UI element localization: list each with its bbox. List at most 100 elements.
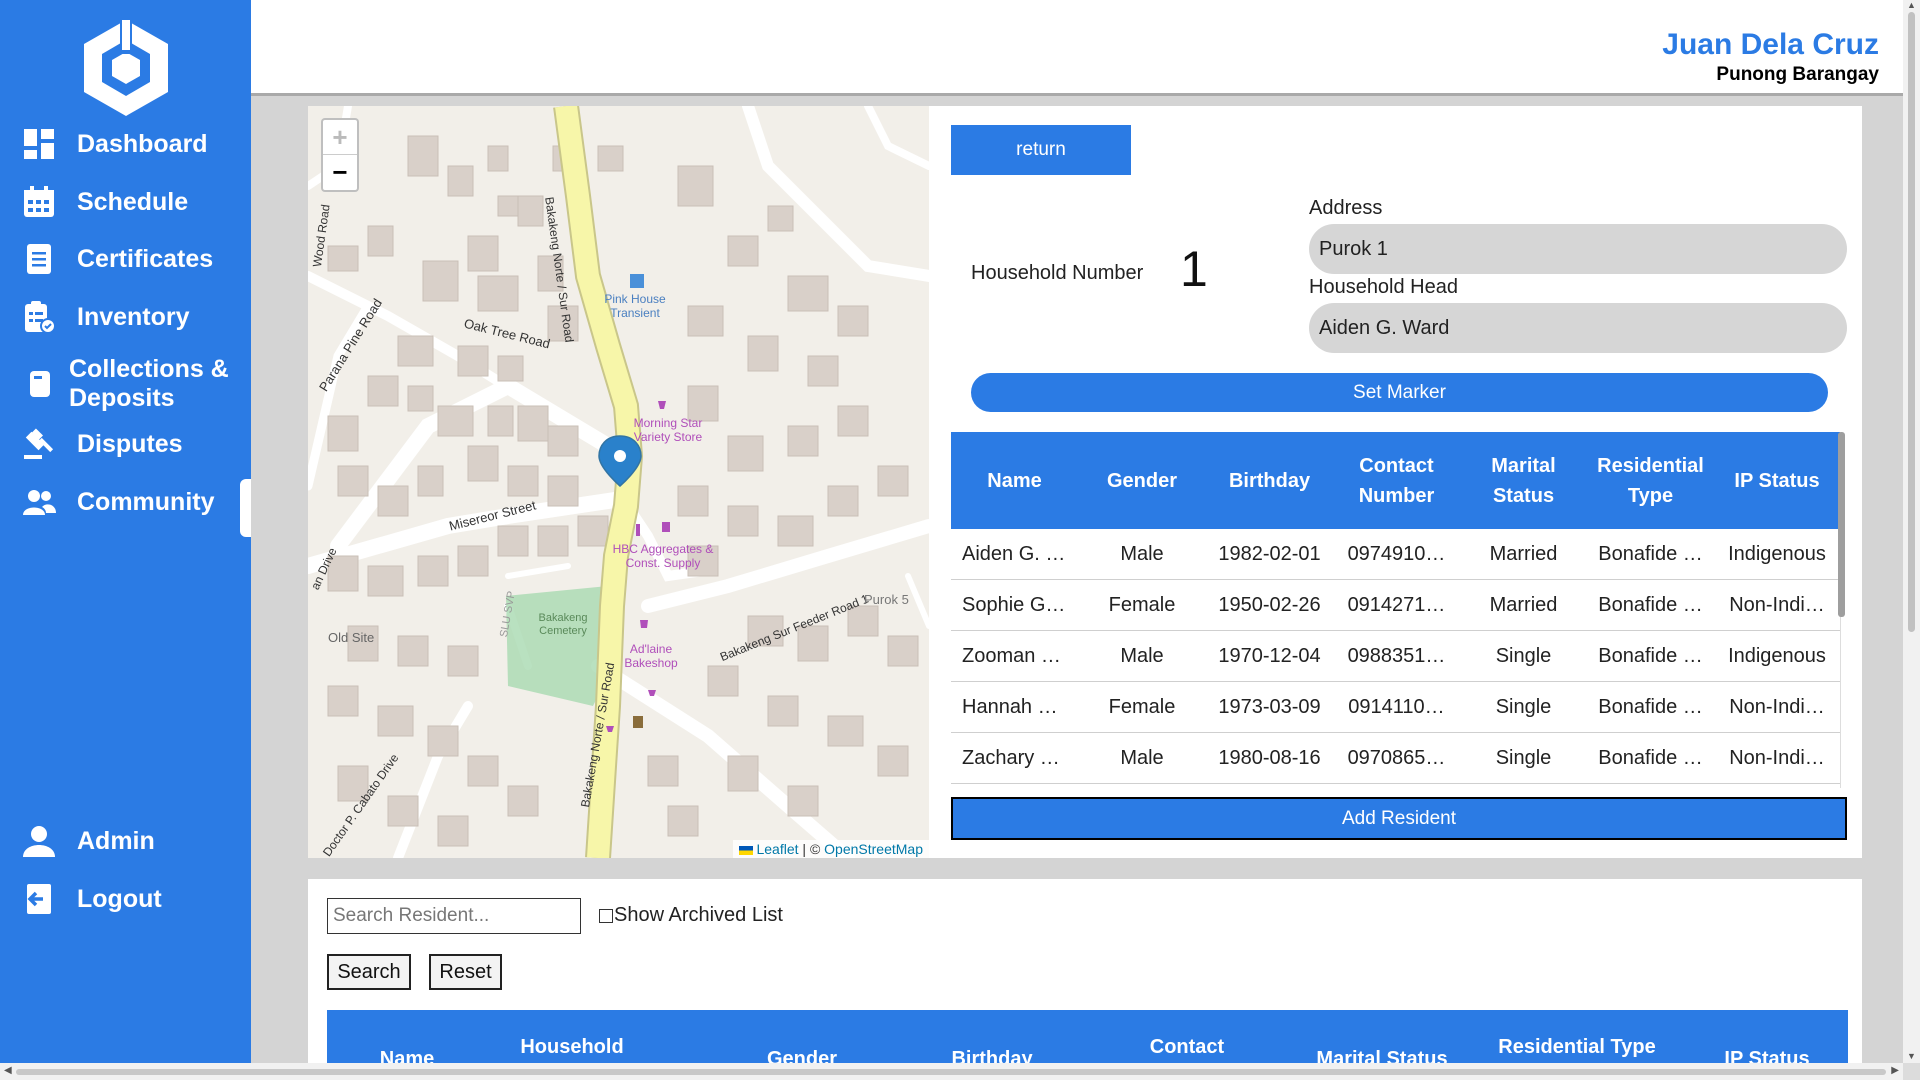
scroll-up-icon[interactable]: ▲ bbox=[1907, 0, 1916, 10]
column-header[interactable]: IP Status bbox=[1692, 1048, 1842, 1063]
column-header[interactable]: Contact Number bbox=[1333, 432, 1460, 529]
table-row[interactable]: Hannah … Female 1973-03-09 0914110… Single Bo… bbox=[951, 682, 1840, 733]
table-cell: 0970865… bbox=[1347, 746, 1446, 769]
column-header[interactable]: Residential Type bbox=[1587, 432, 1714, 529]
logo-icon bbox=[84, 20, 168, 116]
inventory-icon bbox=[19, 297, 59, 337]
zoom-control: + − bbox=[321, 118, 359, 192]
sidebar: Dashboard Schedule Certificates Inventor… bbox=[0, 0, 251, 1080]
column-header[interactable]: Name bbox=[337, 1048, 477, 1063]
table-cell: Hannah … bbox=[962, 695, 1058, 718]
table-row[interactable]: Sophie G… Female 1950-02-26 0914271… Married… bbox=[951, 580, 1840, 631]
scroll-thumb[interactable] bbox=[16, 1069, 1886, 1075]
map[interactable]: Bakakeng Norte / Sur Road Bakakeng Norte… bbox=[308, 106, 929, 858]
table-cell: 0974910… bbox=[1347, 542, 1446, 565]
dashboard-icon bbox=[19, 124, 59, 164]
table-row[interactable]: Aiden G. … Male 1982-02-01 0974910… Married B… bbox=[951, 529, 1840, 580]
table-scrollbar[interactable] bbox=[1838, 432, 1845, 617]
column-header[interactable]: Residential Type bbox=[1492, 1032, 1662, 1062]
sidebar-item-certificates[interactable]: Certificates bbox=[0, 243, 251, 275]
set-marker-button[interactable]: Set Marker bbox=[971, 373, 1828, 412]
table-cell: Male bbox=[1120, 542, 1164, 565]
osm-link[interactable]: OpenStreetMap bbox=[824, 841, 923, 857]
map-attribution: Leaflet | © OpenStreetMap bbox=[733, 840, 929, 858]
address-label: Address bbox=[1309, 197, 1383, 219]
active-indicator bbox=[240, 479, 251, 537]
column-header[interactable]: Gender bbox=[1078, 432, 1206, 529]
table-cell: 1950-02-26 bbox=[1218, 593, 1321, 616]
address-field[interactable]: Purok 1 bbox=[1309, 224, 1847, 274]
return-button[interactable]: return bbox=[951, 125, 1131, 175]
column-header[interactable]: Household Number bbox=[492, 1032, 652, 1063]
document-icon bbox=[19, 239, 59, 279]
checkbox-box[interactable] bbox=[599, 908, 613, 923]
column-header[interactable]: Name bbox=[951, 432, 1078, 529]
scroll-thumb[interactable] bbox=[1908, 12, 1915, 632]
scroll-down-icon[interactable]: ▼ bbox=[1907, 1051, 1916, 1061]
gavel-icon bbox=[19, 424, 59, 464]
horizontal-scrollbar[interactable]: ◀ ▶ bbox=[0, 1063, 1903, 1080]
zoom-in-button[interactable]: + bbox=[323, 120, 357, 155]
wallet-icon bbox=[19, 364, 59, 404]
table-cell: Male bbox=[1120, 644, 1164, 667]
sidebar-item-inventory[interactable]: Inventory bbox=[0, 301, 251, 334]
show-archived-checkbox[interactable]: Show Archived List bbox=[599, 904, 783, 927]
poi-label: HBC Aggregates & Const. Supply bbox=[612, 542, 714, 570]
sidebar-item-label: Collections & bbox=[69, 355, 229, 383]
sidebar-item-collections[interactable]: Collections & Deposits bbox=[0, 354, 251, 414]
scroll-corner bbox=[1903, 1063, 1920, 1080]
vertical-scrollbar[interactable]: ▲ ▼ bbox=[1903, 0, 1920, 1063]
column-header[interactable]: IP Status bbox=[1714, 432, 1840, 529]
column-header[interactable]: Birthday bbox=[922, 1048, 1062, 1063]
sidebar-item-disputes[interactable]: Disputes bbox=[0, 428, 251, 460]
column-header[interactable]: Contact Number bbox=[1112, 1032, 1262, 1063]
scroll-left-icon[interactable]: ◀ bbox=[4, 1065, 12, 1076]
poi-label: Ad'laine Bakeshop bbox=[624, 642, 678, 670]
ukraine-flag-icon bbox=[739, 845, 754, 855]
map-canvas bbox=[308, 106, 929, 858]
household-number-label: Household Number bbox=[971, 262, 1144, 284]
sidebar-item-admin[interactable]: Admin bbox=[0, 821, 251, 861]
table-cell: 0988351… bbox=[1347, 644, 1446, 667]
user-icon bbox=[19, 821, 59, 861]
sidebar-item-label: Certificates bbox=[77, 244, 214, 273]
sidebar-item-schedule[interactable]: Schedule bbox=[0, 186, 251, 218]
search-input[interactable] bbox=[327, 898, 581, 934]
poi-label: Pink House Transient bbox=[604, 292, 666, 320]
table-cell: Married bbox=[1489, 542, 1558, 565]
scroll-right-icon[interactable]: ▶ bbox=[1891, 1065, 1899, 1076]
table-cell: 1970-12-04 bbox=[1218, 644, 1321, 667]
sidebar-item-label: Dashboard bbox=[77, 129, 208, 158]
table-cell: Single bbox=[1495, 695, 1552, 718]
residents-list-header: Name Household Number Gender Birthday Co… bbox=[327, 1010, 1848, 1063]
column-header[interactable]: Gender bbox=[732, 1048, 872, 1063]
map-label: Bakakeng Cemetery bbox=[538, 612, 588, 637]
table-row[interactable]: Zachary … Male 1980-08-16 0970865… Single Bon… bbox=[951, 733, 1840, 784]
table-cell: Sophie G… bbox=[962, 593, 1066, 616]
sidebar-item-label: Community bbox=[77, 487, 215, 516]
table-cell: Indigenous bbox=[1728, 542, 1826, 565]
search-button[interactable]: Search bbox=[327, 954, 411, 990]
table-cell: Aiden G. … bbox=[962, 542, 1066, 565]
table-row[interactable]: Zooman … Male 1970-12-04 0988351… Single Bona… bbox=[951, 631, 1840, 682]
zoom-out-button[interactable]: − bbox=[323, 155, 357, 190]
column-header[interactable]: Marital Status bbox=[1460, 432, 1587, 529]
column-header[interactable]: Marital Status bbox=[1292, 1048, 1472, 1063]
reset-button[interactable]: Reset bbox=[429, 954, 502, 990]
sidebar-item-label: Disputes bbox=[77, 429, 183, 458]
show-archived-label: Show Archived List bbox=[614, 904, 783, 926]
add-resident-button[interactable]: Add Resident bbox=[951, 797, 1847, 840]
leaflet-link[interactable]: Leaflet bbox=[756, 841, 798, 857]
column-header[interactable]: Birthday bbox=[1206, 432, 1333, 529]
table-cell: 0914110… bbox=[1348, 695, 1445, 718]
people-icon bbox=[19, 482, 59, 522]
table-cell: 0914271… bbox=[1347, 593, 1446, 616]
sidebar-item-dashboard[interactable]: Dashboard bbox=[0, 128, 251, 160]
user-name: Juan Dela Cruz bbox=[1662, 28, 1879, 61]
sidebar-item-label: Admin bbox=[77, 826, 155, 855]
calendar-icon bbox=[19, 182, 59, 222]
sidebar-item-community[interactable]: Community bbox=[0, 486, 251, 518]
table-cell: Non-Indi… bbox=[1729, 746, 1825, 769]
sidebar-item-logout[interactable]: Logout bbox=[0, 879, 251, 919]
household-head-field[interactable]: Aiden G. Ward bbox=[1309, 303, 1847, 353]
